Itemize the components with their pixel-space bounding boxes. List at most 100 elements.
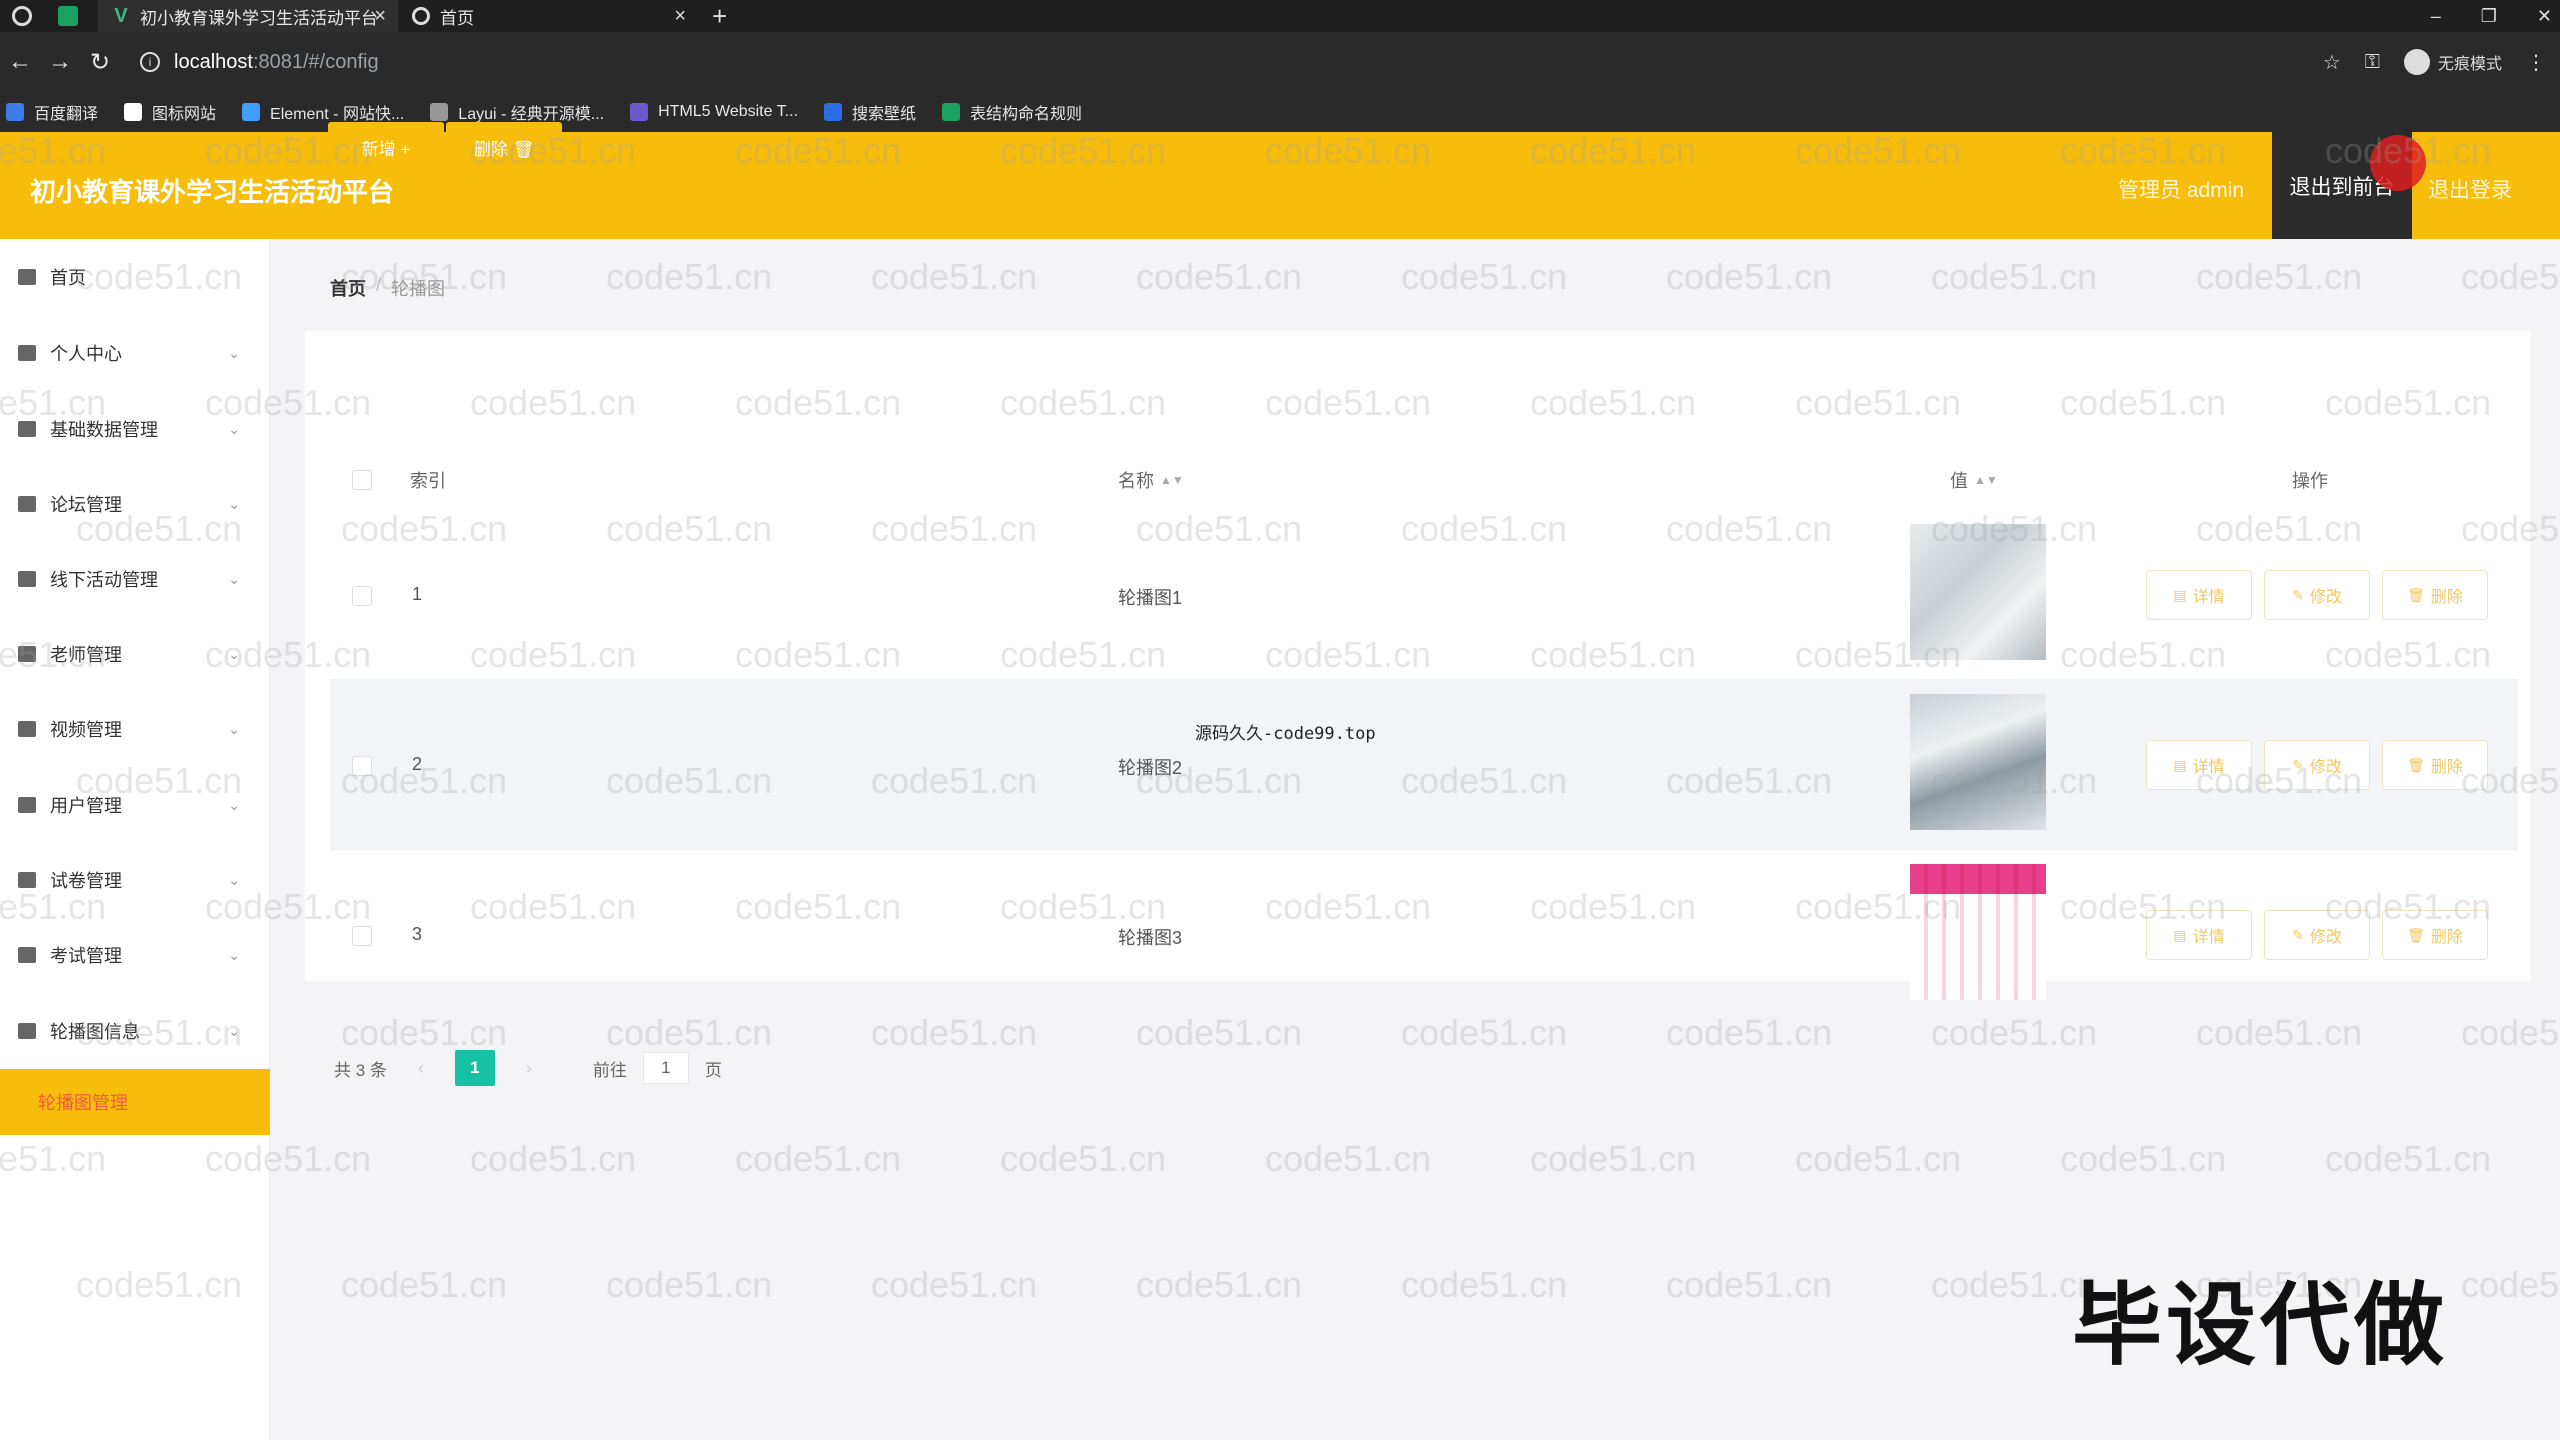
- header-name-label: 名称: [1118, 471, 1154, 491]
- row-checkbox[interactable]: [352, 756, 372, 776]
- bookmark-item[interactable]: Element - 网站快...: [242, 100, 404, 124]
- detail-button[interactable]: ▤ 详情: [2146, 570, 2252, 620]
- op-label: 详情: [2192, 929, 2225, 946]
- bookmark-item[interactable]: HTML5 Website T...: [630, 103, 798, 121]
- chevron-down-icon: ⌄: [228, 871, 240, 888]
- goto-page-input[interactable]: 1: [642, 1052, 689, 1084]
- close-window-icon[interactable]: ✕: [2537, 6, 2552, 27]
- breadcrumb-home[interactable]: 首页: [330, 275, 366, 301]
- edit-button[interactable]: ✎ 修改: [2264, 570, 2370, 620]
- cursor-highlight: [2370, 135, 2426, 191]
- sort-icon[interactable]: ▲▼: [1160, 473, 1184, 487]
- trash-icon: 🗑: [2407, 926, 2425, 943]
- document-icon: ▤: [2173, 926, 2187, 943]
- page-number[interactable]: 1: [454, 1050, 495, 1086]
- address-bar-actions: ☆ ⚿ 无痕模式 ⋮: [2323, 49, 2546, 75]
- bookmark-label: Element - 网站快...: [270, 106, 405, 123]
- url-host: localhost: [174, 50, 253, 73]
- sidebar-item[interactable]: 个人中心 ⌄: [0, 333, 270, 373]
- close-tab-icon[interactable]: ×: [374, 5, 386, 28]
- select-all-checkbox[interactable]: [352, 450, 372, 510]
- sidebar-item[interactable]: 线下活动管理 ⌄: [0, 559, 270, 599]
- new-tab-button[interactable]: +: [712, 1, 727, 32]
- sidebar-item[interactable]: 视频管理 ⌄: [0, 709, 270, 749]
- globe-icon: [412, 7, 430, 25]
- incognito-icon: [2403, 49, 2430, 75]
- trash-icon: 🗑: [2407, 586, 2425, 603]
- sidebar-item[interactable]: 首页: [0, 257, 270, 297]
- delete-row-button[interactable]: 🗑 删除: [2382, 570, 2488, 620]
- forward-arrow-icon[interactable]: →: [40, 48, 80, 76]
- tab-title: 初小教育课外学习生活活动平台: [140, 8, 378, 28]
- sidebar-item[interactable]: 老师管理 ⌄: [0, 634, 270, 674]
- menu-dots-icon[interactable]: ⋮: [2526, 50, 2546, 75]
- minimize-icon[interactable]: –: [2431, 6, 2441, 27]
- sidebar-item[interactable]: 论坛管理 ⌄: [0, 484, 270, 524]
- detail-button[interactable]: ▤ 详情: [2146, 740, 2252, 790]
- pencil-icon: ✎: [2292, 756, 2304, 773]
- sidebar-item[interactable]: 轮播图信息 ⌄: [0, 1011, 270, 1051]
- header-value[interactable]: 值 ▲▼: [1950, 450, 1998, 510]
- reload-icon[interactable]: ↻: [80, 48, 120, 77]
- app-tab-icon[interactable]: [58, 6, 78, 26]
- next-page-icon[interactable]: ›: [511, 1058, 547, 1079]
- bookmark-icon: [124, 103, 143, 121]
- chevron-down-icon: ⌄: [228, 645, 240, 662]
- delete-row-button[interactable]: 🗑 删除: [2382, 740, 2488, 790]
- sidebar-item-carousel-management[interactable]: 轮播图管理: [0, 1069, 270, 1135]
- bookmark-item[interactable]: 表结构命名规则: [942, 100, 1082, 124]
- table-row[interactable]: 2 轮播图2 ▤ 详情 ✎ 修改 🗑 删除: [330, 680, 2518, 850]
- sidebar-item[interactable]: 用户管理 ⌄: [0, 785, 270, 825]
- back-arrow-icon[interactable]: ←: [0, 48, 40, 76]
- bookmark-item[interactable]: Layui - 经典开源模...: [430, 100, 604, 124]
- op-label: 删除: [2430, 929, 2463, 946]
- prev-page-icon[interactable]: ‹: [403, 1058, 439, 1079]
- bookmark-item[interactable]: 图标网站: [124, 100, 216, 124]
- chevron-down-icon: ⌄: [228, 796, 240, 813]
- sidebar-item[interactable]: 试卷管理 ⌄: [0, 860, 270, 900]
- bookmark-star-icon[interactable]: ☆: [2323, 50, 2341, 75]
- sidebar-item[interactable]: 考试管理 ⌄: [0, 935, 270, 975]
- logout-button[interactable]: 退出登录: [2428, 174, 2512, 204]
- vue-icon: V: [114, 4, 128, 27]
- delete-button[interactable]: 删除 🗑: [446, 122, 562, 172]
- key-icon[interactable]: ⚿: [2365, 51, 2380, 74]
- carousel-thumbnail[interactable]: [1910, 694, 2046, 830]
- table-row[interactable]: 3 轮播图3 ▤ 详情 ✎ 修改 🗑 删除: [330, 850, 2518, 1020]
- incognito-badge[interactable]: 无痕模式: [2403, 49, 2502, 75]
- header-name[interactable]: 名称 ▲▼: [1118, 450, 1184, 510]
- edit-button[interactable]: ✎ 修改: [2264, 740, 2370, 790]
- add-button[interactable]: 新增 +: [328, 122, 444, 172]
- teacher-icon: [18, 646, 36, 662]
- info-icon[interactable]: i: [140, 52, 160, 72]
- edit-button[interactable]: ✎ 修改: [2264, 910, 2370, 960]
- restore-icon[interactable]: ❐: [2481, 6, 2497, 27]
- table-row[interactable]: 1 轮播图1 ▤ 详情 ✎ 修改 🗑 删除: [330, 510, 2518, 680]
- sort-icon[interactable]: ▲▼: [1974, 473, 1998, 487]
- chevron-down-icon: ⌄: [228, 570, 240, 587]
- url-input[interactable]: i localhost:8081/#/config: [140, 43, 2380, 81]
- delete-row-button[interactable]: 🗑 删除: [2382, 910, 2488, 960]
- header-value-label: 值: [1950, 471, 1968, 491]
- sidebar-item[interactable]: 基础数据管理 ⌄: [0, 409, 270, 449]
- browser-tab-bar: V 初小教育课外学习生活活动平台 × 首页 × + – ❐ ✕: [0, 0, 2560, 32]
- sidebar-item-label: 试卷管理: [50, 871, 122, 891]
- tab-platform[interactable]: V 初小教育课外学习生活活动平台 ×: [98, 0, 398, 32]
- carousel-thumbnail[interactable]: [1910, 524, 2046, 660]
- bookmark-label: 表结构命名规则: [970, 106, 1083, 123]
- bookmark-item[interactable]: 搜索壁纸: [824, 100, 916, 124]
- bookmark-label: 搜索壁纸: [852, 106, 917, 123]
- sidebar-item-label: 个人中心: [50, 344, 122, 364]
- page-unit-label: 页: [704, 1060, 722, 1080]
- bookmark-item[interactable]: 百度翻译: [6, 100, 98, 124]
- home-icon: [18, 269, 36, 285]
- tooltip: 源码久久-code99.top: [1195, 724, 1376, 744]
- row-checkbox[interactable]: [352, 926, 372, 946]
- detail-button[interactable]: ▤ 详情: [2146, 910, 2252, 960]
- tab-home[interactable]: 首页 ×: [398, 0, 698, 32]
- pencil-icon: ✎: [2292, 586, 2304, 603]
- carousel-thumbnail[interactable]: [1910, 864, 2046, 1000]
- close-tab-icon[interactable]: ×: [674, 5, 686, 28]
- row-checkbox[interactable]: [352, 586, 372, 606]
- window-controls: – ❐ ✕: [2431, 0, 2552, 32]
